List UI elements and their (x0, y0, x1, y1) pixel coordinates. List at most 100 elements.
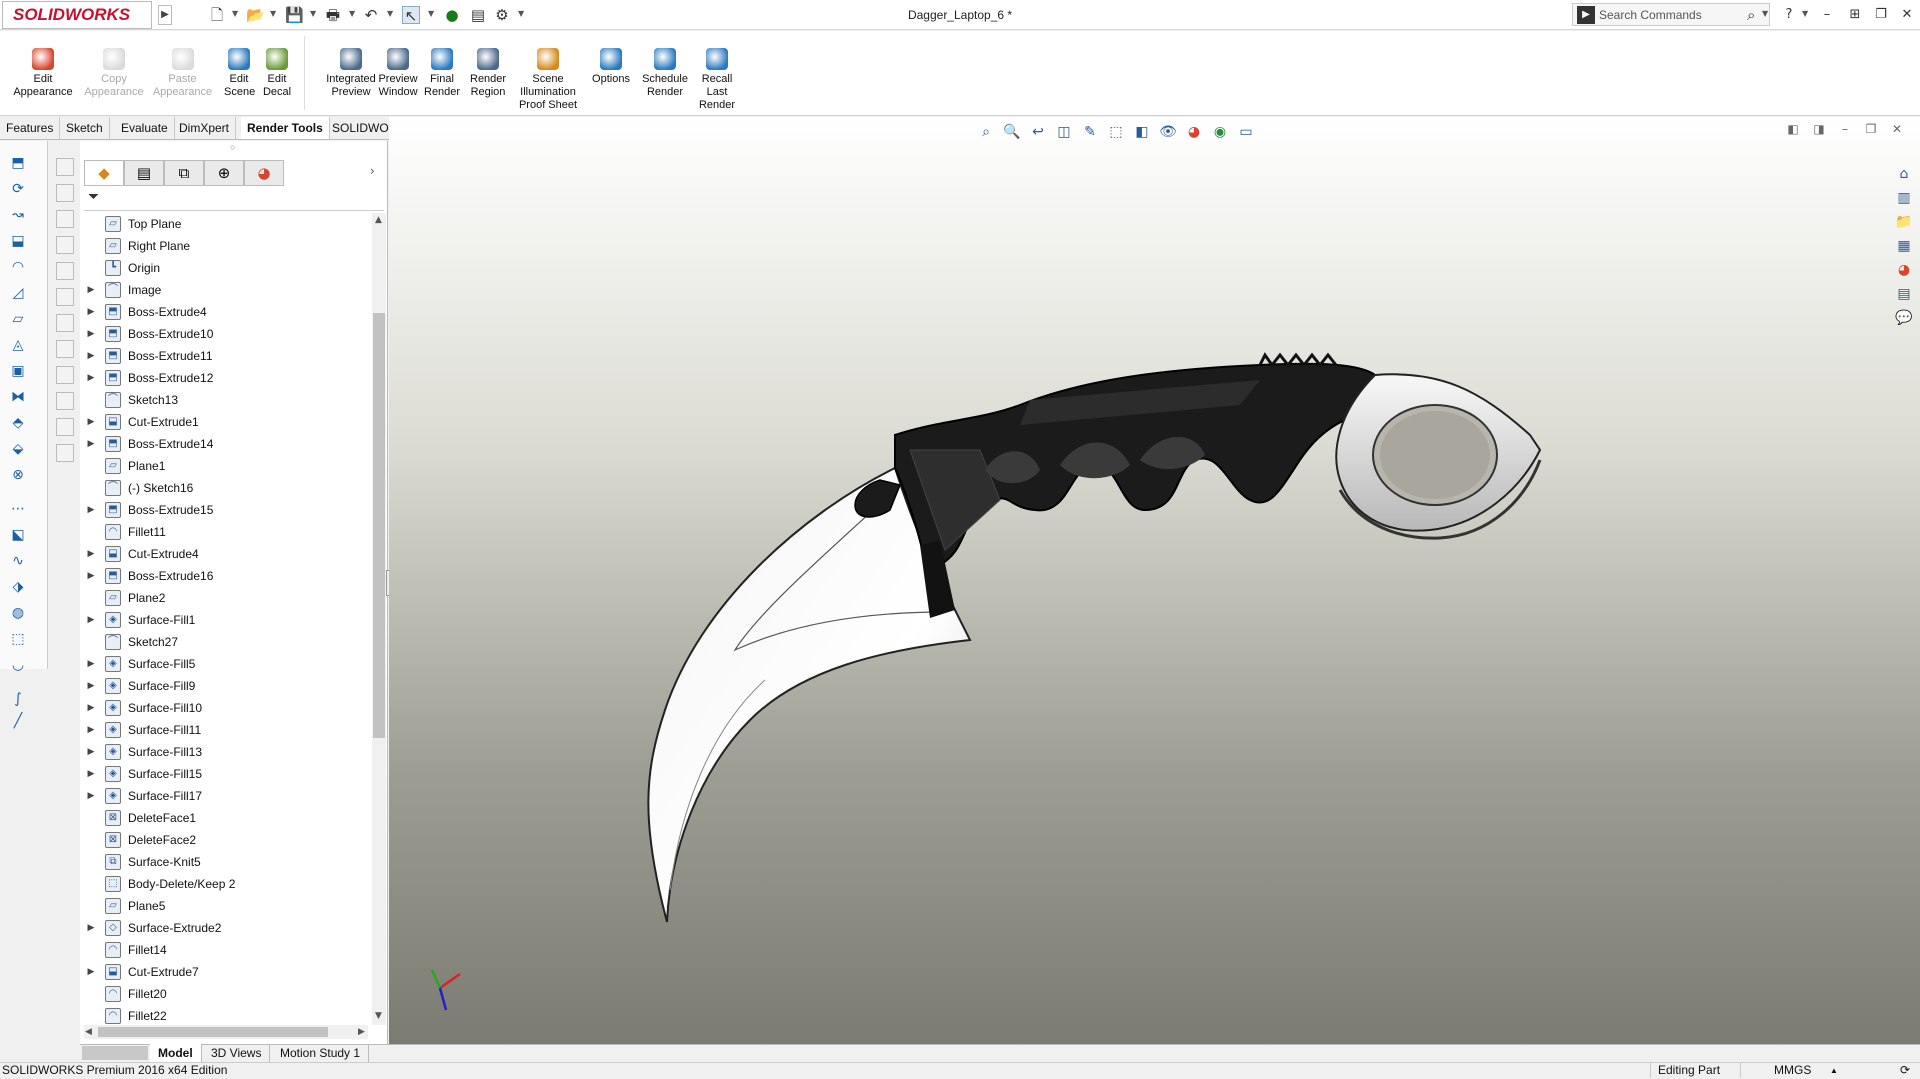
print-icon[interactable]: 🖶 (324, 6, 342, 24)
expand-arrow-icon[interactable]: ▶ (84, 653, 98, 675)
expand-arrow-icon[interactable]: ▶ (84, 411, 98, 433)
rapidsketch-icon[interactable]: ◍ (8, 604, 28, 622)
print-dropdown-icon[interactable]: ▼ (349, 9, 355, 18)
featuremanager-tab-icon[interactable]: ◆ (84, 160, 124, 186)
camera-icon[interactable] (56, 366, 74, 384)
viewport-close-icon[interactable]: ✕ (1887, 122, 1907, 140)
help-dropdown-icon[interactable]: ▼ (1802, 9, 1808, 18)
curves-icon[interactable]: ∿ (8, 552, 28, 570)
scroll-right-icon[interactable]: ▶ (358, 1027, 365, 1037)
zoom-to-fit-icon[interactable]: ⌕ (975, 122, 997, 142)
appearance-icon[interactable] (56, 262, 74, 280)
expand-arrow-icon[interactable]: ▶ (84, 301, 98, 323)
expand-arrow-icon[interactable]: ▶ (84, 433, 98, 455)
plane-icon[interactable]: ▱ (8, 310, 28, 328)
expand-arrow-icon[interactable]: ▶ (84, 367, 98, 389)
viewport-minimize-icon[interactable]: – (1835, 122, 1855, 140)
tree-item[interactable]: ⊠ DeleteFace2 (84, 829, 374, 851)
expand-arrow-icon[interactable]: ▶ (84, 785, 98, 807)
tree-item[interactable]: ⬚ Body-Delete/Keep 2 (84, 873, 374, 895)
tree-item[interactable]: ▱ Plane1 (84, 455, 374, 477)
search-commands-field[interactable]: ▶ Search Commands ⌕ (1572, 3, 1770, 26)
tree-item[interactable]: ▶ ◈ Surface-Fill17 (84, 785, 374, 807)
panel-grip-icon[interactable]: ○ (230, 142, 235, 152)
solidworks-forum-icon[interactable]: 💬 (1893, 307, 1915, 329)
rebuild-icon[interactable]: ● (443, 6, 461, 24)
expand-arrow-icon[interactable]: ▶ (84, 323, 98, 345)
tab-evaluate[interactable]: Evaluate (115, 117, 175, 139)
file-properties-icon[interactable]: ▤ (469, 6, 487, 24)
material-icon[interactable] (56, 444, 74, 462)
open-dropdown-icon[interactable]: ▼ (270, 9, 276, 18)
ribbon-button[interactable]: Scene Illumination Proof Sheet (518, 48, 578, 112)
tree-item[interactable]: ▱ Plane5 (84, 895, 374, 917)
select-dropdown-icon[interactable]: ▼ (428, 9, 434, 18)
expand-arrow-icon[interactable]: ▶ (84, 543, 98, 565)
display-style-icon[interactable]: ◧ (1131, 122, 1153, 142)
tree-item[interactable]: ⊠ DeleteFace1 (84, 807, 374, 829)
tree-item[interactable]: ▱ Right Plane (84, 235, 374, 257)
spline-icon[interactable]: ∫ (8, 690, 28, 708)
reference-geometry-icon[interactable]: ⬕ (8, 526, 28, 544)
ribbon-button[interactable]: Edit Appearance (8, 48, 78, 99)
tree-item[interactable]: ▱ Top Plane (84, 213, 374, 235)
display-pane-icon[interactable] (56, 158, 74, 176)
configurationmanager-tab-icon[interactable]: ⧉ (164, 160, 204, 186)
menu-expand-arrow-icon[interactable]: ▶ (158, 5, 172, 25)
viewport-collapse-icon[interactable]: ◧ (1783, 122, 1803, 140)
open-icon[interactable]: 📂 (246, 6, 265, 24)
tree-item[interactable]: ▶ ◈ Surface-Fill5 (84, 653, 374, 675)
expand-arrow-icon[interactable]: ▶ (84, 675, 98, 697)
expand-arrow-icon[interactable]: ▶ (84, 609, 98, 631)
undo-dropdown-icon[interactable]: ▼ (387, 9, 393, 18)
line-icon[interactable]: ╱ (8, 712, 28, 730)
ribbon-button[interactable]: Preview Window (372, 48, 424, 99)
expand-arrow-icon[interactable]: ▶ (84, 719, 98, 741)
tree-item[interactable]: ⌒ (-) Sketch16 (84, 477, 374, 499)
expand-arrow-icon[interactable]: ▶ (84, 499, 98, 521)
tab-navigation-arrows[interactable] (82, 1046, 148, 1060)
mirror-icon[interactable]: ⧓ (8, 388, 28, 406)
dynamic-annotation-icon[interactable]: ✎ (1079, 122, 1101, 142)
bottom-tab-3d-views[interactable]: 3D Views (203, 1044, 271, 1062)
ribbon-button[interactable]: Recall Last Render (698, 48, 736, 112)
tree-item[interactable]: ⌒ Sketch27 (84, 631, 374, 653)
options-dropdown-icon[interactable]: ▼ (518, 9, 524, 18)
instant3d-icon[interactable]: ⬗ (8, 578, 28, 596)
tab-render-tools[interactable]: Render Tools (241, 117, 330, 139)
expand-arrow-icon[interactable]: ▶ (84, 565, 98, 587)
restore-icon[interactable]: ❐ (1870, 5, 1892, 25)
hide-show-items-icon[interactable]: 👁 (1157, 122, 1179, 142)
expand-arrow-icon[interactable]: ▶ (84, 697, 98, 719)
propertymanager-tab-icon[interactable]: ▤ (124, 160, 164, 186)
scroll-left-icon[interactable]: ◀ (85, 1027, 92, 1037)
tab-sketch[interactable]: Sketch (60, 117, 110, 139)
options-gear-icon[interactable]: ⚙ (493, 6, 511, 24)
render-icon[interactable] (56, 418, 74, 436)
scroll-down-icon[interactable]: ▼ (375, 1011, 382, 1021)
texture-icon[interactable] (56, 288, 74, 306)
tree-item[interactable]: ▶ ⌒ Image (84, 279, 374, 301)
tree-item[interactable]: ▱ Plane2 (84, 587, 374, 609)
new-icon[interactable]: 🗋 (208, 6, 226, 24)
panel-expand-arrow-icon[interactable]: › (370, 164, 375, 178)
save-icon[interactable]: 💾 (285, 6, 304, 24)
view-settings-icon[interactable]: ▭ (1235, 122, 1257, 142)
fillet-icon[interactable]: ◠ (8, 258, 28, 276)
tree-item[interactable]: ┗ Origin (84, 257, 374, 279)
undo-icon[interactable]: ↶ (362, 6, 380, 24)
viewport-restore-icon[interactable]: ❐ (1861, 122, 1881, 140)
hide-icon[interactable] (56, 184, 74, 202)
revolved-boss-icon[interactable]: ⟳ (8, 180, 28, 198)
previous-view-icon[interactable]: ↩ (1027, 122, 1049, 142)
extruded-cut-icon[interactable]: ⬓ (8, 232, 28, 250)
wrap-icon[interactable]: ⬙ (8, 440, 28, 458)
tree-item[interactable]: ▶ ⬒ Boss-Extrude11 (84, 345, 374, 367)
tree-item[interactable]: ▶ ⬒ Boss-Extrude12 (84, 367, 374, 389)
tab-features[interactable]: Features (0, 117, 61, 139)
ribbon-button[interactable]: Edit Decal (262, 48, 292, 99)
transparency-icon[interactable] (56, 236, 74, 254)
tree-filter-icon[interactable]: ⏷ (84, 189, 384, 211)
unit-system-selector[interactable]: MMGS (1774, 1062, 1811, 1079)
new-dropdown-icon[interactable]: ▼ (232, 9, 238, 18)
